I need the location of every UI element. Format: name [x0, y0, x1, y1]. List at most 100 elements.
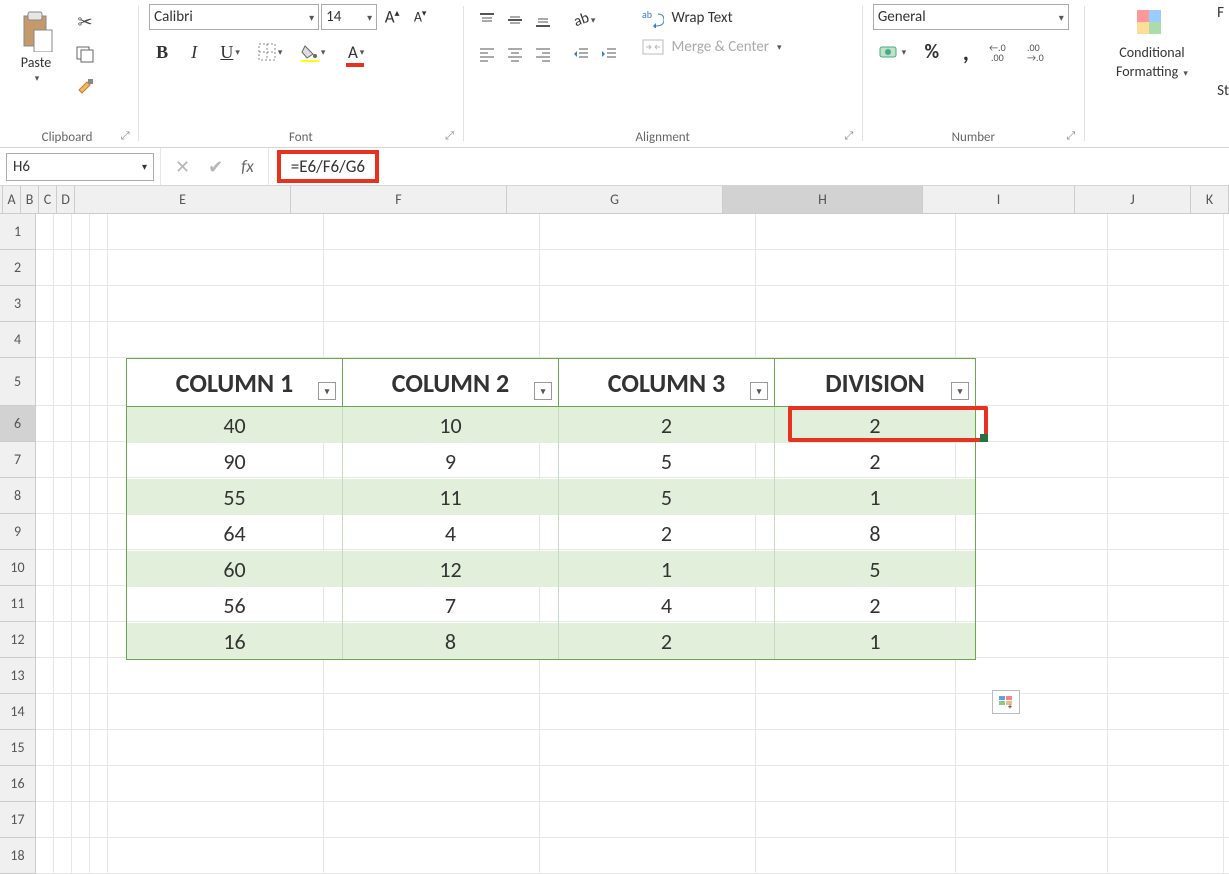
column-header-E[interactable]: E	[75, 186, 291, 213]
conditional-formatting-button[interactable]: Conditional Formatting ▾	[1095, 4, 1209, 84]
cells-area[interactable]: + COLUMN 1▾COLUMN 2▾COLUMN 3▾DIVISION▾ 4…	[36, 214, 1229, 874]
row-header-4[interactable]: 4	[0, 322, 36, 358]
row-header-11[interactable]: 11	[0, 586, 36, 622]
table-cell[interactable]: 4	[343, 515, 559, 551]
row-header-12[interactable]: 12	[0, 622, 36, 658]
table-cell[interactable]: 1	[559, 551, 775, 587]
column-header-H[interactable]: H	[723, 186, 923, 213]
format-painter-button[interactable]	[72, 74, 98, 98]
table-cell[interactable]: 1	[775, 479, 975, 515]
table-cell[interactable]: 10	[343, 407, 559, 443]
column-header-C[interactable]: C	[39, 186, 57, 213]
underline-button[interactable]: U▾	[213, 40, 247, 64]
cancel-formula-button[interactable]: ✕	[175, 156, 190, 178]
percent-button[interactable]: %	[919, 40, 945, 64]
decrease-font-button[interactable]: A▾	[407, 5, 433, 29]
accounting-format-button[interactable]: ▾	[873, 40, 911, 64]
enter-formula-button[interactable]: ✔	[208, 156, 223, 178]
table-cell[interactable]: 56	[127, 587, 343, 623]
copy-button[interactable]	[72, 42, 98, 66]
paste-button[interactable]: Paste ▾	[6, 4, 66, 88]
table-cell[interactable]: 4	[559, 587, 775, 623]
font-size-combo[interactable]: 14▾	[321, 4, 377, 30]
row-header-5[interactable]: 5	[0, 358, 36, 406]
table-cell[interactable]: 64	[127, 515, 343, 551]
column-header-A[interactable]: A	[3, 186, 21, 213]
table-cell[interactable]: 90	[127, 443, 343, 479]
table-cell[interactable]: 16	[127, 623, 343, 659]
table-cell[interactable]: 8	[775, 515, 975, 551]
align-left-button[interactable]	[474, 42, 500, 66]
orientation-button[interactable]: ab▾	[568, 8, 602, 32]
bold-button[interactable]: B	[149, 40, 175, 64]
row-header-1[interactable]: 1	[0, 214, 36, 250]
column-header-D[interactable]: D	[57, 186, 75, 213]
table-cell[interactable]: 40	[127, 407, 343, 443]
table-cell[interactable]: 2	[775, 443, 975, 479]
table-cell[interactable]: 8	[343, 623, 559, 659]
align-right-button[interactable]	[530, 42, 556, 66]
row-header-9[interactable]: 9	[0, 514, 36, 550]
font-color-button[interactable]: A▾	[337, 40, 375, 64]
font-name-combo[interactable]: Calibri▾	[149, 4, 319, 30]
filter-button[interactable]: ▾	[318, 382, 336, 400]
clipboard-dialog-launcher[interactable]: ⤢	[118, 129, 132, 143]
row-header-2[interactable]: 2	[0, 250, 36, 286]
align-bottom-button[interactable]	[530, 8, 556, 32]
insert-function-button[interactable]: fx	[241, 156, 254, 177]
number-dialog-launcher[interactable]: ⤢	[1064, 129, 1078, 143]
name-box[interactable]: H6▾	[6, 153, 154, 181]
align-center-button[interactable]	[502, 42, 528, 66]
table-cell[interactable]: 2	[559, 623, 775, 659]
table-cell[interactable]: 55	[127, 479, 343, 515]
decrease-indent-button[interactable]	[568, 42, 594, 66]
column-header-I[interactable]: I	[923, 186, 1075, 213]
formula-input[interactable]: =E6/F6/G6	[269, 150, 1229, 183]
table-cell[interactable]: 11	[343, 479, 559, 515]
filter-button[interactable]: ▾	[951, 382, 969, 400]
autofill-options-button[interactable]: +	[992, 690, 1020, 714]
font-dialog-launcher[interactable]: ⤢	[443, 129, 457, 143]
borders-button[interactable]: ▾	[253, 40, 287, 64]
table-cell[interactable]: 9	[343, 443, 559, 479]
row-header-13[interactable]: 13	[0, 658, 36, 694]
comma-button[interactable]: ,	[953, 40, 979, 64]
table-cell[interactable]: 12	[343, 551, 559, 587]
row-header-18[interactable]: 18	[0, 838, 36, 874]
table-cell[interactable]: 2	[559, 407, 775, 443]
filter-button[interactable]: ▾	[750, 382, 768, 400]
row-header-10[interactable]: 10	[0, 550, 36, 586]
decrease-decimal-button[interactable]: .00→.0	[1025, 40, 1055, 64]
align-top-button[interactable]	[474, 8, 500, 32]
table-cell[interactable]: 1	[775, 623, 975, 659]
table-cell[interactable]: 5	[559, 443, 775, 479]
row-header-16[interactable]: 16	[0, 766, 36, 802]
align-middle-button[interactable]	[502, 8, 528, 32]
table-cell[interactable]: 60	[127, 551, 343, 587]
number-format-combo[interactable]: General▾	[873, 4, 1069, 30]
wrap-text-button[interactable]: ab Wrap Text	[642, 8, 822, 28]
column-header-J[interactable]: J	[1075, 186, 1191, 213]
table-cell[interactable]: 5	[559, 479, 775, 515]
row-header-17[interactable]: 17	[0, 802, 36, 838]
increase-decimal-button[interactable]: ←.0.00	[987, 40, 1017, 64]
column-header-K[interactable]: K	[1191, 186, 1229, 213]
italic-button[interactable]: I	[181, 40, 207, 64]
table-cell[interactable]: 2	[775, 587, 975, 623]
row-header-15[interactable]: 15	[0, 730, 36, 766]
row-header-7[interactable]: 7	[0, 442, 36, 478]
column-header-F[interactable]: F	[291, 186, 507, 213]
merge-center-button[interactable]: Merge & Center ▾	[642, 38, 822, 56]
filter-button[interactable]: ▾	[534, 382, 552, 400]
row-header-6[interactable]: 6	[0, 406, 36, 442]
fill-color-button[interactable]: ▾	[293, 40, 331, 64]
increase-indent-button[interactable]	[596, 42, 622, 66]
select-all-corner[interactable]	[0, 186, 3, 213]
column-header-B[interactable]: B	[21, 186, 39, 213]
row-header-14[interactable]: 14	[0, 694, 36, 730]
row-header-3[interactable]: 3	[0, 286, 36, 322]
increase-font-button[interactable]: A▴	[379, 5, 405, 29]
table-cell[interactable]: 7	[343, 587, 559, 623]
table-cell[interactable]: 2	[559, 515, 775, 551]
table-cell[interactable]: 5	[775, 551, 975, 587]
